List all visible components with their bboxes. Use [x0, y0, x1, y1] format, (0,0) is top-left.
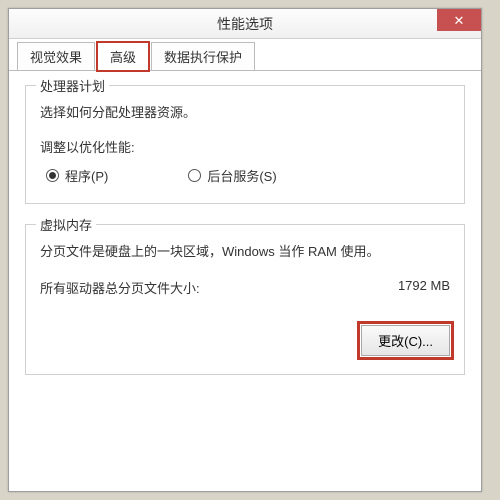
radio-icon	[188, 169, 201, 182]
change-button[interactable]: 更改(C)...	[361, 325, 450, 356]
tab-content: 处理器计划 选择如何分配处理器资源。 调整以优化性能: 程序(P) 后台服务(S…	[9, 71, 481, 409]
processor-scheduling-group: 处理器计划 选择如何分配处理器资源。 调整以优化性能: 程序(P) 后台服务(S…	[25, 85, 465, 204]
button-row: 更改(C)...	[40, 325, 450, 356]
close-icon: ✕	[454, 14, 465, 27]
close-button[interactable]: ✕	[437, 9, 481, 31]
group-description: 选择如何分配处理器资源。	[40, 102, 450, 121]
tab-label: 视觉效果	[30, 50, 82, 65]
performance-options-window: 性能选项 ✕ 视觉效果 高级 数据执行保护 处理器计划 选择如何分配处理器资源。…	[8, 8, 482, 492]
tab-strip: 视觉效果 高级 数据执行保护	[9, 39, 481, 71]
adjust-label: 调整以优化性能:	[40, 137, 450, 156]
tab-visual-effects[interactable]: 视觉效果	[17, 42, 95, 70]
titlebar: 性能选项 ✕	[9, 9, 481, 39]
radio-background-services[interactable]: 后台服务(S)	[188, 166, 276, 185]
radio-icon	[46, 169, 59, 182]
radio-row: 程序(P) 后台服务(S)	[40, 166, 450, 185]
tab-label: 高级	[110, 50, 136, 65]
group-title: 处理器计划	[36, 76, 109, 95]
window-title: 性能选项	[217, 14, 273, 34]
paging-size-label: 所有驱动器总分页文件大小:	[40, 278, 200, 297]
radio-label: 后台服务(S)	[207, 166, 276, 185]
paging-size-row: 所有驱动器总分页文件大小: 1792 MB	[40, 278, 450, 297]
tab-label: 数据执行保护	[164, 50, 242, 65]
paging-size-value: 1792 MB	[398, 278, 450, 297]
tab-advanced[interactable]: 高级	[97, 42, 149, 71]
group-title: 虚拟内存	[36, 215, 96, 234]
tab-dep[interactable]: 数据执行保护	[151, 42, 255, 70]
virtual-memory-group: 虚拟内存 分页文件是硬盘上的一块区域，Windows 当作 RAM 使用。 所有…	[25, 224, 465, 375]
radio-label: 程序(P)	[65, 166, 108, 185]
radio-programs[interactable]: 程序(P)	[46, 166, 108, 185]
group-description: 分页文件是硬盘上的一块区域，Windows 当作 RAM 使用。	[40, 241, 450, 260]
button-label: 更改(C)...	[378, 334, 433, 349]
